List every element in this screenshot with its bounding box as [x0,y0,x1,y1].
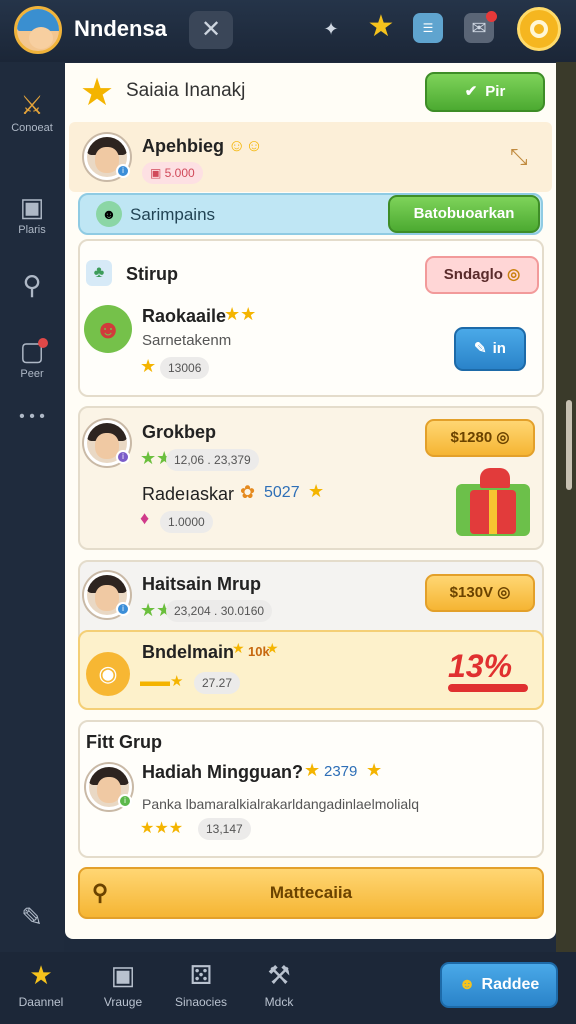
sidebar-item-peer[interactable]: ▢ Peer [4,336,60,380]
heading-star-icon: ★ [366,760,383,780]
gift-bow-icon [480,468,510,488]
ready-button[interactable]: ☻ Raddee [440,962,558,1008]
expand-icon[interactable]: ⤡ [510,144,528,170]
verified-badge-icon: i [116,164,130,178]
group-icon: ♣ [86,260,112,286]
highlight-card[interactable] [69,122,552,192]
chip-star-icon: ★ [140,356,157,376]
emoji-icon: ☺☺ [228,136,263,155]
dice-icon: ⚄ [189,960,213,990]
verified-badge-icon: i [116,450,130,464]
event-star-icon: ★ [232,640,245,656]
sidebar-item-battle[interactable]: ⚔ Conoeat [4,90,60,134]
bottom-nav-item[interactable]: ⚒ Mdck [244,960,314,1009]
bottom-nav-item[interactable]: ★ Daannel [6,960,76,1009]
member-name: Grokbep [142,422,217,442]
progress-stars-icon: ▬▬★ [140,673,184,690]
star-icon: ★ [29,960,53,990]
title-star-icon: ★ [80,72,115,114]
gift-box-icon[interactable] [456,484,530,536]
bottom-nav-item[interactable]: ▣ Vrauge [88,960,158,1009]
search-input[interactable]: Sarimpains [130,205,215,225]
tool-icon[interactable]: ✦ [314,12,348,46]
panel-title: Saiaia Inanakj [126,80,246,101]
sidebar-item-search[interactable]: ⚲ [4,270,60,300]
profile-avatar[interactable] [14,6,62,54]
clipboard-icon: ▣ [19,192,45,222]
member-name: Raokaaile [142,306,227,326]
price-button[interactable]: $1280 ◎ [425,419,535,457]
bottom-nav-item[interactable]: ⚄ Sinaocies [166,960,236,1009]
member-name: Haitsain Mrup [142,574,262,594]
more-icon[interactable]: • • • [4,408,60,426]
score-chip: 13006 [160,357,210,379]
chat-icon: ▢ [19,336,45,366]
calendar-icon[interactable]: ☰ [413,13,443,43]
gem-chip: 1.0000 [160,511,213,533]
weekly-heading: Hadiah Mingguan? [142,762,303,782]
frog-avatar-icon: ☻ [84,305,132,353]
group-join-button[interactable]: Sndaglo ◎ [425,256,539,294]
stats-chip: 23,204 . 30.0160 [166,600,273,622]
event-star-icon: ★ [266,640,279,656]
fish-icon: ◉ [86,652,130,696]
verified-badge-icon: i [116,602,130,616]
reward-value: 5027 [264,484,300,501]
scrollbar[interactable] [566,400,572,490]
event-chip: 27.27 [194,672,241,694]
search-button[interactable]: Batobuoarkan [388,195,540,233]
title-action-button[interactable]: ✔ Pir [425,72,545,112]
image-icon: ▣ [110,960,136,990]
search-icon: ⚲ [22,270,42,300]
amount-chip: ▣ 5.000 [142,162,203,184]
sword-icon: ⚔ [20,90,44,120]
discount-badge: 13% [448,648,513,684]
invite-button[interactable]: ✎ in [454,327,526,371]
sidebar-item-edit[interactable]: ✎ [4,902,60,932]
member-subtitle: Sarnetakenm [142,332,232,349]
verified-badge-icon: i [118,794,132,808]
rating-stars-icon: ★★★ [140,820,184,837]
heading-star-icon: ★ [304,760,321,780]
price-button[interactable]: $130V ◎ [425,574,535,612]
discount-underline [448,684,528,692]
group-title: Stirup [126,264,178,284]
reward-label: Radeıaskar [142,484,235,504]
stats-chip: 12,06 . 23,379 [166,449,259,471]
hammer-icon: ⚒ [267,960,291,990]
reward-icon: ✿ [240,482,256,502]
sidebar-item-plans[interactable]: ▣ Plaris [4,192,60,236]
close-button[interactable]: ✕ [189,11,233,49]
smile-icon: ☻ [458,976,476,993]
reward-star-icon: ★ [308,481,325,501]
gem-icon: ♦ [140,508,150,528]
section-title: Fitt Grup [86,732,162,752]
sidebar-notification-dot [38,338,48,348]
star-icon[interactable]: ★ [364,10,398,44]
search-avatar-icon: ☻ [96,201,122,227]
edit-icon: ✎ [21,902,43,932]
event-name: Bndelmain [142,642,235,662]
app-title: Nndensa [74,16,167,41]
gold-coin-button[interactable] [517,7,561,51]
background-scene [556,62,576,952]
heading-value: 2379 [324,763,358,780]
search-icon: ⚲ [92,880,109,905]
weekly-description: Panka lbamaralkialrakarldangadinlaelmoli… [142,796,420,812]
close-icon: ✕ [200,16,222,43]
rating-stars-icon: ★★ [224,304,257,324]
member-name: Apehbieg [142,136,225,156]
notification-dot [486,11,497,22]
weekly-chip: 13,147 [198,818,251,840]
main-action-button[interactable]: ⚲ Mattecaiia [78,867,544,919]
